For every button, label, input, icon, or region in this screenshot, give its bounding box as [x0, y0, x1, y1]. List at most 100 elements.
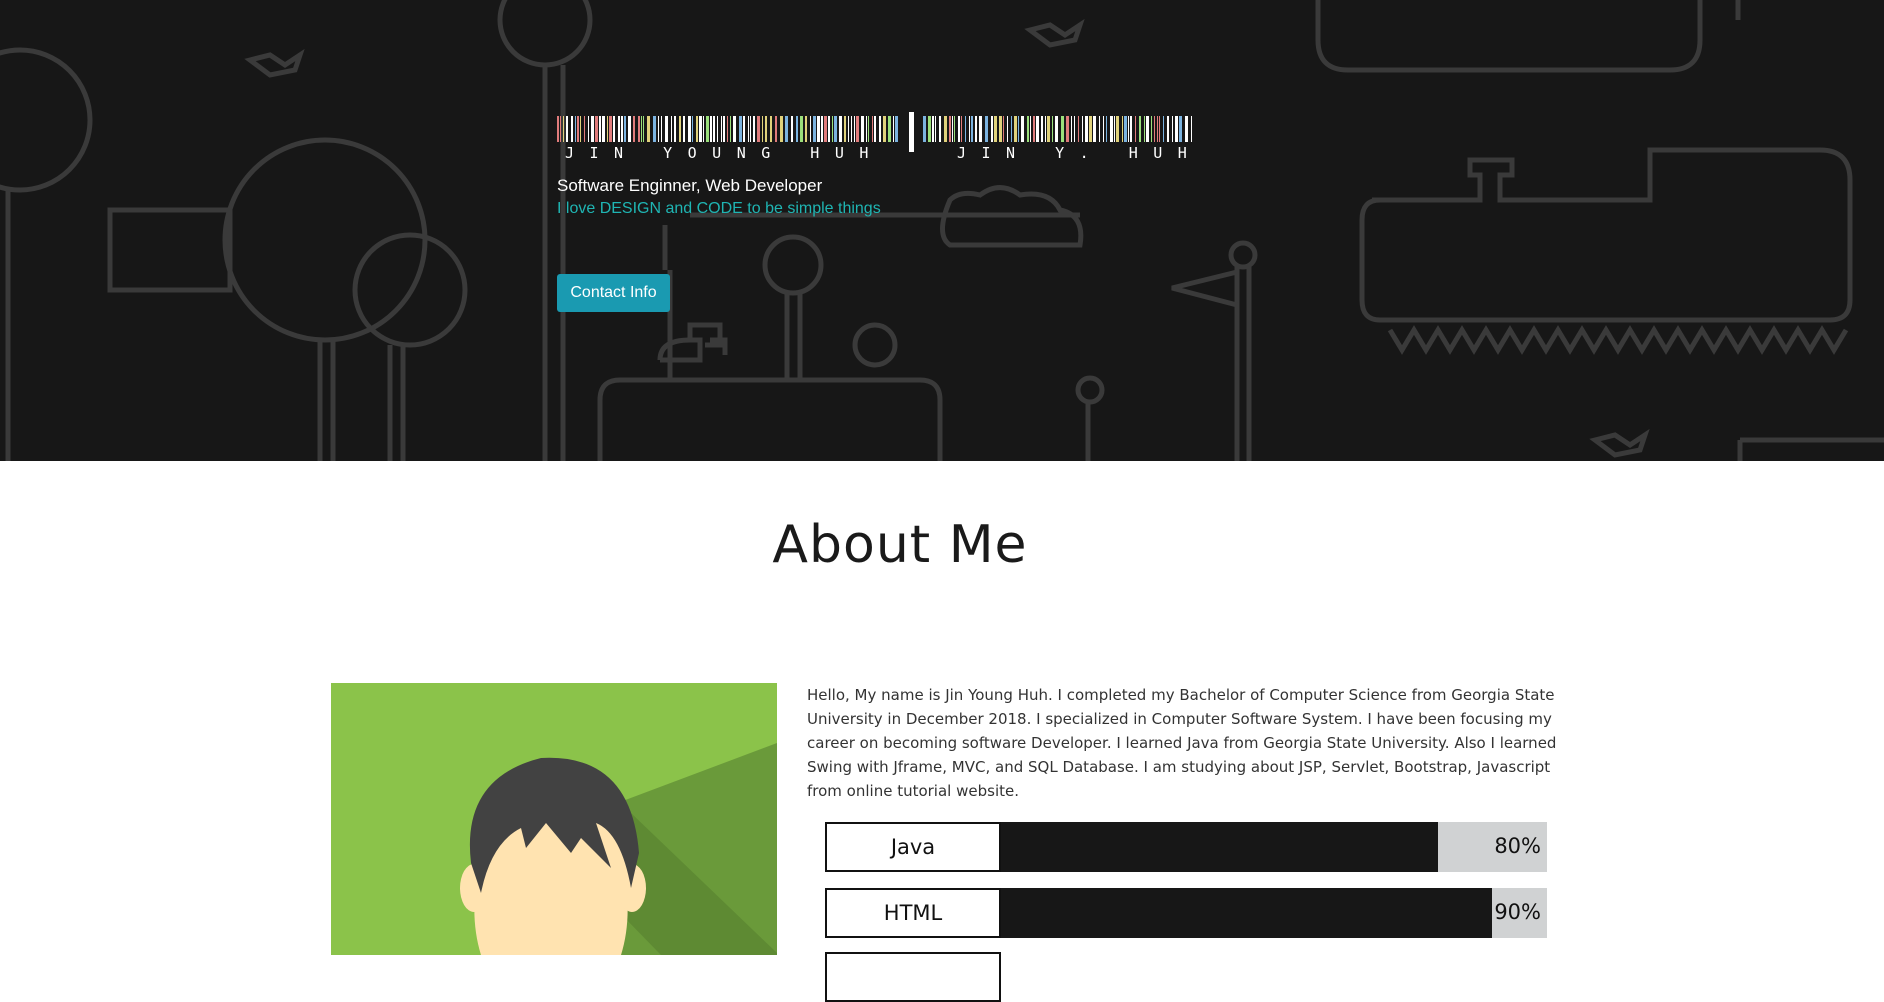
barcode-caption-short-name: JIN Y. HUH: [957, 144, 1203, 162]
barcode-stripe: [710, 116, 712, 142]
barcode-stripe: [817, 116, 820, 142]
barcode-stripe: [679, 116, 681, 142]
barcode-stripe: [1027, 116, 1029, 142]
barcode-stripe: [575, 116, 576, 142]
barcode-stripe: [566, 116, 568, 142]
barcode-stripe: [1066, 116, 1069, 142]
barcode-stripe: [985, 116, 988, 142]
barcode-stripe: [844, 116, 846, 142]
barcode-stripe: [671, 116, 672, 142]
barcode-stripe: [727, 116, 728, 142]
barcode-stripe: [717, 116, 718, 142]
barcode-stripe: [893, 116, 894, 142]
barcode-stripe: [1106, 116, 1107, 142]
barcode-stripe: [723, 116, 725, 142]
barcode-stripe: [834, 116, 837, 142]
avatar-illustration: [331, 683, 777, 955]
barcode-stripe: [1122, 116, 1123, 142]
skill-track: 90%: [1001, 888, 1547, 938]
barcode-stripe: [821, 116, 823, 142]
barcode-stripe: [1041, 116, 1043, 142]
barcode-stripe: [1159, 116, 1160, 142]
barcode-stripe: [839, 116, 842, 142]
barcode-stripe: [713, 116, 715, 142]
barcode-graphic: [557, 116, 898, 142]
barcode-stripe: [1154, 116, 1155, 142]
barcode-stripe: [932, 116, 934, 142]
name-barcode: JIN YOUNG HUH JIN Y. HUH: [557, 112, 1197, 162]
barcode-stripe: [879, 116, 881, 142]
barcode-stripe: [1071, 116, 1072, 142]
barcode-stripe: [743, 116, 745, 142]
barcode-stripe: [954, 116, 955, 142]
barcode-stripe: [624, 116, 626, 142]
barcode-stripe: [1033, 116, 1035, 142]
barcode-stripe: [607, 116, 608, 142]
barcode-stripe: [750, 116, 751, 142]
barcode-stripe: [730, 116, 731, 142]
barcode-stripe: [1124, 116, 1127, 142]
barcode-stripe: [1163, 116, 1164, 142]
skill-fill: [1001, 888, 1493, 938]
barcode-stripe: [1030, 116, 1031, 142]
barcode-stripe: [1047, 116, 1050, 142]
barcode-stripe: [780, 116, 783, 142]
barcode-stripe: [591, 116, 594, 142]
barcode-stripe: [979, 116, 982, 142]
barcode-stripe: [994, 116, 997, 142]
barcode-stripe: [888, 116, 891, 142]
barcode-stripe: [975, 116, 977, 142]
barcode-stripe: [895, 116, 898, 142]
barcode-stripe: [599, 116, 601, 142]
barcode-stripe: [965, 116, 966, 142]
skill-label: HTML: [825, 888, 1001, 938]
barcode-stripe: [923, 116, 926, 142]
barcode-stripe: [595, 116, 598, 142]
barcode-stripe: [692, 116, 693, 142]
barcode-stripe: [721, 116, 722, 142]
barcode-stripe: [824, 116, 827, 142]
barcode-stripe: [958, 116, 960, 142]
barcode-stripe: [796, 116, 798, 142]
barcode-stripe: [874, 116, 876, 142]
barcode-stripe: [1045, 116, 1046, 142]
hero-banner: JIN YOUNG HUH JIN Y. HUH Software Enginn…: [0, 0, 1884, 461]
skill-label: Java: [825, 822, 1001, 872]
barcode-stripe: [856, 116, 859, 142]
barcode-stripe: [661, 116, 662, 142]
hero-tagline: I love DESIGN and CODE to be simple thin…: [557, 200, 881, 217]
barcode-stripe: [1061, 116, 1064, 142]
barcode-stripe: [557, 116, 559, 142]
barcode-stripe: [1146, 116, 1149, 142]
barcode-stripe: [577, 116, 579, 142]
skill-bar-java: Java 80%: [825, 822, 1547, 872]
barcode-stripe: [872, 116, 873, 142]
barcode-stripe: [757, 116, 760, 142]
hero-line-art-background: [0, 0, 1884, 461]
barcode-stripe: [1078, 116, 1079, 142]
barcode-stripe: [813, 116, 816, 142]
barcode-stripe: [961, 116, 962, 142]
barcode-stripe: [765, 116, 767, 142]
barcode-stripe: [851, 116, 852, 142]
barcode-stripe: [1130, 116, 1132, 142]
barcode-stripe: [832, 116, 833, 142]
barcode-stripe: [571, 116, 573, 142]
skill-label: [825, 952, 1001, 1002]
barcode-stripe: [848, 116, 849, 142]
barcode-stripe: [944, 116, 947, 142]
barcode-stripe: [613, 116, 615, 142]
barcode-stripe: [706, 116, 709, 142]
typing-cursor: [909, 112, 914, 152]
barcode-stripe: [1082, 116, 1083, 142]
barcode-stripe: [770, 116, 772, 142]
barcode-stripe: [949, 116, 951, 142]
barcode-stripe: [1085, 116, 1088, 142]
barcode-stripe: [800, 116, 803, 142]
barcode-stripe: [580, 116, 581, 142]
barcode-stripe: [609, 116, 612, 142]
barcode-stripe: [1135, 116, 1136, 142]
contact-info-button[interactable]: Contact Info: [557, 274, 670, 312]
barcode-stripe: [739, 116, 742, 142]
barcode-stripe: [1055, 116, 1058, 142]
